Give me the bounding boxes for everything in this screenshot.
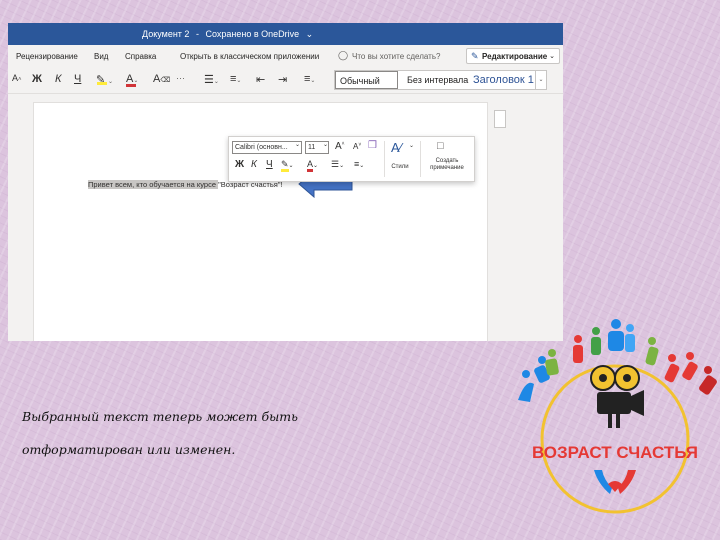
lightbulb-icon: ◯ [338,50,349,60]
clear-formatting-button[interactable]: A⌫ [153,73,170,85]
menu-help[interactable]: Справка [125,52,156,61]
document-canvas: Привет всем, кто обучается на курсе "Воз… [8,94,563,341]
chevron-down-icon: ⌄ [313,163,319,169]
tell-me-placeholder: Что вы хотите сделать? [352,52,441,61]
bold-button[interactable]: Ж [235,159,244,170]
shrink-font-button[interactable]: A˅ [353,142,361,151]
save-status-chevron-icon: ⌄ [305,29,314,39]
chevron-down-icon: ⌄ [359,163,365,169]
caret-up-icon: ˄ [341,141,345,147]
bullet-list-icon: ☰ [331,159,340,169]
chevron-down-icon: ⌄ [323,142,329,148]
home-ribbon: A˄ Ж К Ч ✎ ⌄ A⌄ A⌫ ··· ☰⌄ ≡⌄ ⇤ ⇥ ≡⌄ Обычн [8,67,563,94]
decrease-indent-button[interactable]: ⇤ [256,73,265,86]
bullets-button[interactable]: ☰⌄ [331,159,344,170]
new-comment-button[interactable]: Создать примечание [422,158,472,172]
styles-label: Стили [391,164,409,170]
eraser-icon: ⌫ [160,77,171,84]
people-icons [518,319,717,402]
caret-down-icon: ˅ [358,142,362,148]
style-heading-1[interactable]: Заголовок 1 [471,71,537,89]
chevron-down-icon: ⌄ [310,78,316,84]
styles-more-icon[interactable]: ⌄ [535,71,546,89]
selected-text[interactable]: Привет всем, кто обучается на курсе [88,180,219,189]
divider [384,141,385,177]
chevron-down-icon: ⌄ [549,53,555,60]
chevron-down-icon: ⌄ [288,163,294,169]
caption-line-2: отформатирован или изменен. [22,442,236,457]
tell-me-search[interactable]: ◯ Что вы хотите сделать? [336,49,462,63]
camera-icon [590,365,644,428]
increase-indent-button[interactable]: ⇥ [278,73,287,86]
title-bar: Документ 2 - Сохранено в OneDrive ⌄ [8,23,563,45]
underline-button[interactable]: Ч [266,159,273,170]
underline-button[interactable]: Ч [74,73,81,85]
numbering-button[interactable]: ≡⌄ [354,159,364,169]
font-size-value: 11 [308,144,316,151]
mini-toolbar: Calibri (основн... ⌄ 11 ⌄ A˄ A˅ ❒ Ж К Ч … [228,136,475,182]
menu-open-in-desktop-app[interactable]: Открыть в классическом приложении [180,52,319,61]
chevron-down-icon: ⌄ [213,79,219,85]
document-name: Документ 2 [142,29,190,39]
format-painter-icon[interactable]: ❒ [368,140,377,151]
chevron-down-icon: ⌄ [339,163,345,169]
word-online-screenshot: Документ 2 - Сохранено в OneDrive ⌄ Реце… [8,23,563,341]
styles-icon: A⁄ [391,140,402,155]
font-name-value: Calibri (основн... [235,144,288,151]
side-panel-handle[interactable] [494,110,506,128]
font-name-select[interactable]: Calibri (основн... [232,141,302,154]
more-options-button[interactable]: ··· [176,73,185,83]
vozrast-schastya-logo: ВОЗРАСТ СЧАСТЬЯ [518,319,717,514]
editing-mode-button[interactable]: ✎ Редактирование ⌄ [466,48,560,64]
bullet-list-icon: ☰ [204,74,214,86]
menu-review[interactable]: Рецензирование [16,52,78,61]
chevron-down-icon: ⌄ [108,79,114,85]
font-color-button[interactable]: A⌄ [307,159,319,172]
grow-font-icon: A [335,141,342,152]
style-no-spacing[interactable]: Без интервала [405,71,471,89]
comment-icon[interactable]: □ [437,140,444,152]
highlight-button[interactable]: ✎⌄ [96,73,113,86]
increase-indent-icon: ⇥ [278,74,288,86]
italic-button[interactable]: К [55,73,61,85]
font-color-icon: A [126,73,137,87]
editing-mode-label: Редактирование [482,52,548,61]
decrease-indent-icon: ⇤ [256,74,266,86]
caption-line-1: Выбранный текст теперь может быть [22,409,298,424]
highlighter-icon: ✎ [96,73,108,86]
document-title[interactable]: Документ 2 - Сохранено в OneDrive ⌄ [142,29,317,40]
chevron-down-icon: ⌄ [295,142,301,148]
align-button[interactable]: ≡⌄ [304,73,315,85]
divider [420,141,421,177]
font-size-button[interactable]: A˄ [12,73,22,83]
font-color-button[interactable]: A⌄ [126,73,138,87]
grow-font-button[interactable]: A˄ [335,141,345,152]
menu-bar: Рецензирование Вид Справка Открыть в кла… [8,45,563,67]
pencil-icon: ✎ [471,51,479,61]
numbering-button[interactable]: ≡⌄ [230,73,241,85]
highlighter-icon: ✎ [281,159,289,172]
styles-gallery: Обычный Без интервала Заголовок 1 ⌄ [334,70,547,90]
caret-icon: ˄ [18,77,22,83]
highlight-button[interactable]: ✎⌄ [281,159,294,172]
logo-text: ВОЗРАСТ СЧАСТЬЯ [532,443,698,462]
hands-icon [594,470,636,494]
menu-view[interactable]: Вид [94,52,108,61]
chevron-down-icon: ⌄ [236,78,242,84]
title-separator: - [195,29,199,39]
styles-pane-button[interactable]: A⁄ [391,140,402,155]
chevron-down-icon: ⌄ [409,143,415,149]
bold-button[interactable]: Ж [32,73,42,85]
italic-button[interactable]: К [251,159,257,170]
style-normal[interactable]: Обычный [335,71,398,89]
save-status: Сохранено в OneDrive [205,29,300,39]
bullets-button[interactable]: ☰⌄ [204,73,219,86]
